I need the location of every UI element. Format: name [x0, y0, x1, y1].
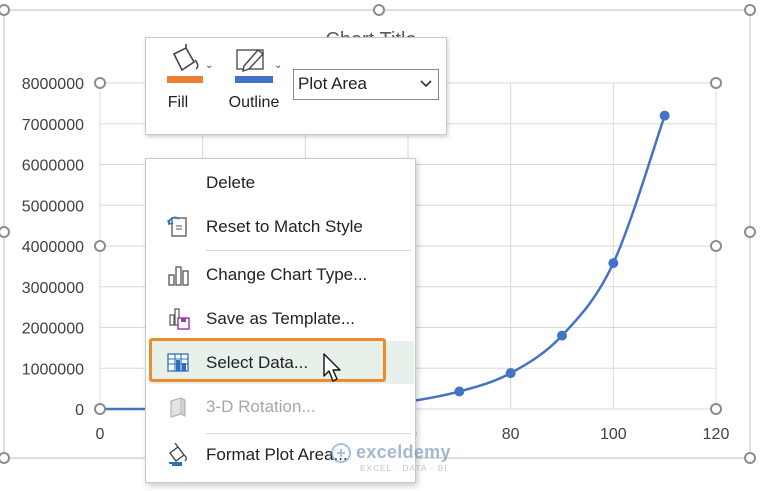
- fill-dropdown-chevron-icon[interactable]: ⌄: [205, 60, 213, 71]
- chart-type-icon: [168, 266, 189, 286]
- reset-style-icon: [167, 216, 187, 237]
- x-tick-label: 0: [96, 426, 105, 443]
- menu-item-label: Change Chart Type...: [206, 265, 368, 284]
- watermark: exceldemy EXCEL · DATA · BI: [330, 440, 470, 480]
- resize-handle[interactable]: [710, 403, 722, 415]
- fill-button[interactable]: ⌄ Fill: [160, 44, 216, 124]
- x-tick-label: 120: [703, 426, 730, 443]
- resize-handle[interactable]: [94, 403, 106, 415]
- outline-label: Outline: [228, 94, 280, 111]
- chart-element-select[interactable]: Plot Area: [293, 69, 439, 100]
- resize-handle[interactable]: [744, 452, 756, 464]
- menu-item-label: Delete: [206, 173, 256, 192]
- watermark-tagline: EXCEL · DATA · BI: [360, 464, 448, 473]
- resize-handle[interactable]: [744, 4, 756, 16]
- y-tick-label: 3000000: [22, 280, 84, 297]
- fill-label: Fill: [167, 94, 189, 111]
- menu-item-change-chart-type[interactable]: Change Chart Type...: [146, 256, 415, 294]
- menu-item-label: Reset to Match Style: [206, 217, 363, 236]
- menu-separator: [206, 433, 411, 434]
- format-mini-toolbar: ⌄ Fill ⌄ Outline Plot Area: [145, 37, 447, 135]
- y-tick-label: 5000000: [22, 198, 84, 215]
- mouse-cursor-icon: [323, 353, 341, 382]
- save-template-icon: [169, 308, 190, 330]
- menu-item-reset-to-match-style[interactable]: Reset to Match Style: [146, 208, 415, 246]
- highlight-outline: [149, 338, 386, 382]
- y-tick-label: 2000000: [22, 321, 84, 338]
- y-tick-label: 4000000: [22, 239, 84, 256]
- y-tick-label: 1000000: [22, 361, 84, 378]
- y-tick-label: 7000000: [22, 117, 84, 134]
- y-tick-label: 8000000: [22, 76, 84, 93]
- data-point: [557, 330, 567, 341]
- menu-item-label: Save as Template...: [206, 309, 355, 328]
- x-tick-label: 80: [502, 426, 520, 443]
- y-tick-label: 6000000: [22, 158, 84, 175]
- outline-dropdown-chevron-icon[interactable]: ⌄: [274, 60, 282, 71]
- menu-item-label: Format Plot Area...: [206, 445, 348, 464]
- exceldemy-logo-icon: [331, 443, 351, 463]
- outline-button[interactable]: ⌄ Outline: [222, 44, 286, 124]
- resize-handle[interactable]: [373, 4, 385, 16]
- chart-element-select-value: Plot Area: [298, 74, 367, 93]
- menu-item-3d-rotation: 3-D Rotation...: [146, 388, 415, 426]
- y-tick-label: 0: [75, 402, 84, 419]
- rotation-3d-icon: [170, 397, 186, 418]
- resize-handle[interactable]: [744, 226, 756, 238]
- data-point: [454, 386, 465, 397]
- menu-item-save-as-template[interactable]: Save as Template...: [146, 300, 415, 338]
- resize-handle[interactable]: [710, 240, 722, 252]
- format-paint-icon: [169, 443, 187, 466]
- data-point: [505, 368, 516, 379]
- data-point: [608, 258, 619, 269]
- resize-handle[interactable]: [710, 77, 722, 89]
- chevron-down-icon: [420, 80, 432, 88]
- excel-chart-context-menu-screen: Chart Title 0100000020000003000000400000…: [0, 0, 768, 491]
- x-tick-label: 100: [600, 426, 627, 443]
- menu-item-delete[interactable]: Delete: [146, 164, 415, 202]
- resize-handle[interactable]: [94, 240, 106, 252]
- context-menu: Delete Reset to Match Style Change Chart…: [145, 158, 416, 483]
- data-point: [659, 110, 670, 121]
- resize-handle[interactable]: [94, 77, 106, 89]
- menu-item-label: 3-D Rotation...: [206, 397, 316, 416]
- menu-separator: [206, 250, 411, 251]
- watermark-name: exceldemy: [356, 442, 451, 462]
